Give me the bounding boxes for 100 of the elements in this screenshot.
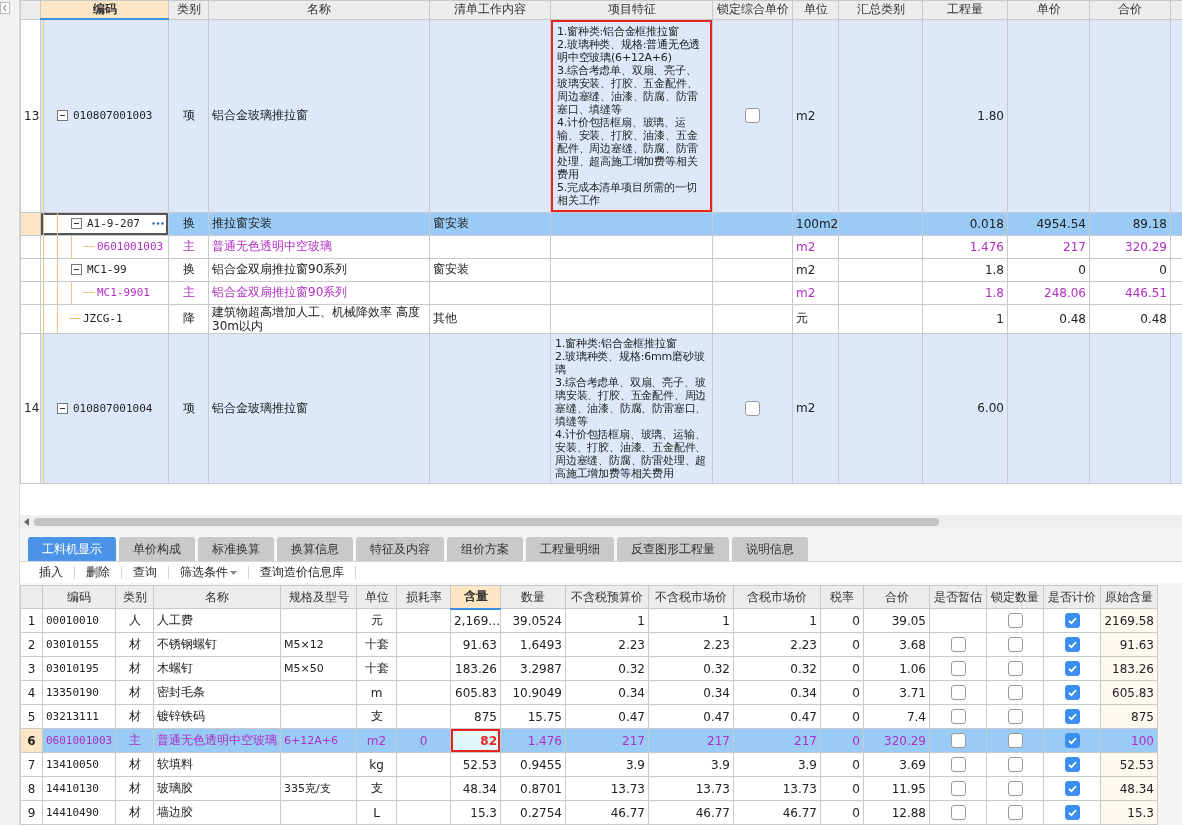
table-cell: 0.018: [922, 212, 1008, 235]
toolbar-button[interactable]: 查询造价信息库: [249, 564, 355, 581]
column-header[interactable]: 含量: [450, 585, 501, 609]
tab[interactable]: 组价方案: [447, 537, 523, 561]
column-header[interactable]: 编码: [40, 0, 169, 19]
column-header[interactable]: 税率: [820, 585, 864, 609]
column-header[interactable]: 锁定数量: [986, 585, 1044, 609]
tab[interactable]: 标准换算: [198, 537, 274, 561]
scroll-left-icon[interactable]: [24, 517, 30, 526]
table-cell: 0.32: [733, 656, 821, 681]
checkbox[interactable]: [1007, 685, 1023, 700]
column-header[interactable]: 不含税市场价: [648, 585, 734, 609]
checkbox[interactable]: [1007, 757, 1023, 772]
tab[interactable]: 换算信息: [277, 537, 353, 561]
checkbox[interactable]: [1064, 757, 1080, 772]
checkbox[interactable]: [1007, 661, 1023, 676]
column-header[interactable]: 清单工作内容: [429, 0, 551, 19]
checkbox[interactable]: [745, 400, 760, 416]
table-cell: 木螺钉: [153, 656, 281, 681]
column-header[interactable]: 规格及型号: [280, 585, 357, 609]
checkbox[interactable]: [950, 637, 966, 652]
column-header[interactable]: 单价: [1007, 0, 1090, 19]
table-cell: 材: [115, 776, 154, 801]
table-cell: 1.476: [500, 728, 566, 753]
table-cell: 换: [168, 212, 209, 235]
table-cell: 换: [168, 258, 209, 281]
checkbox[interactable]: [1064, 781, 1080, 796]
checkbox[interactable]: [950, 733, 966, 748]
column-header[interactable]: 损耗率: [396, 585, 451, 609]
column-header[interactable]: 原始含量: [1100, 585, 1158, 609]
column-header[interactable]: 锁定综合单价: [712, 0, 793, 19]
column-header[interactable]: 类别: [168, 0, 209, 19]
table-cell: 248.06: [1007, 281, 1090, 304]
checkmark-icon: [1066, 663, 1078, 674]
column-header[interactable]: 单位: [792, 0, 839, 19]
collapse-left-icon[interactable]: [0, 2, 10, 14]
column-header[interactable]: 编码: [42, 585, 116, 609]
tab[interactable]: 说明信息: [732, 537, 808, 561]
table-cell: m2: [792, 235, 839, 258]
column-header[interactable]: 含税市场价: [733, 585, 821, 609]
column-header[interactable]: 名称: [208, 0, 430, 19]
horizontal-scrollbar[interactable]: [20, 515, 1182, 528]
item-code: 010807001003: [73, 109, 154, 123]
toolbar-button[interactable]: 插入: [28, 564, 74, 581]
column-header[interactable]: 是否计价: [1043, 585, 1101, 609]
table-cell: 2.23: [648, 632, 734, 657]
checkbox[interactable]: [950, 781, 966, 796]
more-icon[interactable]: [152, 222, 164, 225]
table-cell: 0: [820, 680, 864, 705]
column-header[interactable]: 合价: [1089, 0, 1171, 19]
checkmark-icon: [1066, 807, 1078, 818]
tab[interactable]: 反查图形工程量: [617, 537, 729, 561]
collapse-icon[interactable]: [57, 110, 68, 122]
checkbox[interactable]: [1064, 685, 1080, 700]
collapse-icon[interactable]: [57, 402, 68, 414]
tab[interactable]: 单价构成: [119, 537, 195, 561]
column-header[interactable]: 类别: [115, 585, 154, 609]
checkbox[interactable]: [745, 108, 760, 123]
table-cell: 降: [168, 304, 209, 333]
checkbox[interactable]: [950, 805, 966, 820]
column-header[interactable]: 汇总类别: [838, 0, 923, 19]
checkbox[interactable]: [950, 661, 966, 676]
toolbar-button[interactable]: 查询: [122, 564, 168, 581]
table-cell: 0.48: [1089, 304, 1171, 333]
column-header[interactable]: 合价: [863, 585, 930, 609]
column-header[interactable]: 单位: [356, 585, 397, 609]
checkbox[interactable]: [1007, 709, 1023, 724]
checkbox[interactable]: [1064, 661, 1080, 676]
checkbox[interactable]: [1007, 781, 1023, 796]
checkbox[interactable]: [950, 757, 966, 772]
checkbox[interactable]: [1064, 709, 1080, 724]
table-cell: 材: [115, 680, 154, 705]
toolbar-button[interactable]: 删除: [75, 564, 121, 581]
collapse-icon[interactable]: [71, 218, 82, 229]
checkbox[interactable]: [1064, 733, 1080, 748]
column-header[interactable]: 不含税预算价: [565, 585, 649, 609]
toolbar-button[interactable]: 筛选条件: [169, 564, 248, 581]
tab[interactable]: 特征及内容: [356, 537, 444, 561]
column-header[interactable]: 数量: [500, 585, 566, 609]
checkbox[interactable]: [1064, 805, 1080, 820]
checkbox[interactable]: [1064, 637, 1080, 652]
column-header[interactable]: 项目特征: [550, 0, 713, 19]
row-number: 3: [20, 656, 43, 681]
table-cell: 铝合金双扇推拉窗90系列: [208, 258, 430, 281]
checkbox[interactable]: [1007, 637, 1023, 652]
column-header[interactable]: 名称: [153, 585, 281, 609]
table-cell: 15.75: [500, 704, 566, 729]
table-cell: 13350190: [42, 680, 116, 705]
column-header[interactable]: 工程量: [922, 0, 1008, 19]
column-header[interactable]: 是否暂估: [929, 585, 987, 609]
table-cell: 支: [356, 776, 397, 801]
checkbox[interactable]: [950, 709, 966, 724]
checkbox[interactable]: [1007, 805, 1023, 820]
tab[interactable]: 工程量明细: [526, 537, 614, 561]
checkbox[interactable]: [1007, 733, 1023, 748]
checkbox[interactable]: [1064, 613, 1080, 628]
collapse-icon[interactable]: [71, 264, 82, 275]
row-number: 7: [20, 752, 43, 777]
checkbox[interactable]: [1007, 613, 1023, 628]
checkbox[interactable]: [950, 685, 966, 700]
